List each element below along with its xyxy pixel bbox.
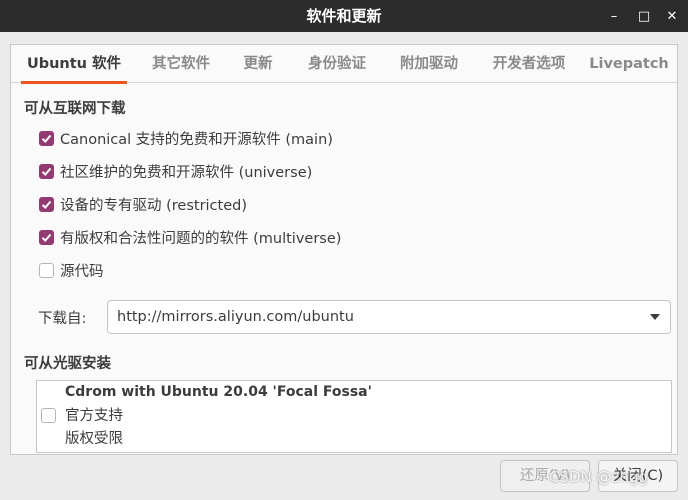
tab-ubuntu-software[interactable]: Ubuntu 软件 [21, 45, 127, 84]
checkbox-checked-icon[interactable] [39, 130, 54, 146]
tab-developer-options[interactable]: 开发者选项 [481, 45, 577, 83]
checkbox-unchecked-icon[interactable] [39, 262, 54, 278]
internet-section-heading: 可从互联网下载 [24, 101, 126, 117]
download-server-dropdown[interactable]: http://mirrors.aliyun.com/ubuntu [107, 300, 671, 334]
option-universe[interactable]: 社区维护的免费和开源软件 (universe) [39, 160, 312, 182]
tab-additional-drivers[interactable]: 附加驱动 [389, 45, 469, 83]
download-server-value: http://mirrors.aliyun.com/ubuntu [117, 309, 354, 325]
title-bar: 软件和更新 – □ ✕ [0, 0, 688, 32]
cdrom-section-heading: 可从光驱安装 [24, 356, 111, 372]
option-multiverse[interactable]: 有版权和合法性问题的的软件 (multiverse) [39, 226, 341, 248]
notebook-frame: Ubuntu 软件 其它软件 更新 身份验证 附加驱动 开发者选项 Livepa… [10, 44, 678, 455]
cdrom-list: Cdrom with Ubuntu 20.04 'Focal Fossa' 官方… [36, 380, 672, 453]
checkbox-checked-icon[interactable] [39, 229, 54, 245]
close-icon[interactable]: ✕ [658, 0, 686, 32]
revert-button[interactable]: 还原(V) [500, 460, 590, 492]
option-restricted-label: 设备的专有驱动 (restricted) [60, 197, 247, 214]
minimize-icon[interactable]: – [600, 0, 628, 32]
cdrom-line-official: 官方支持 [65, 408, 123, 424]
cdrom-line-restricted: 版权受限 [65, 431, 123, 447]
maximize-icon[interactable]: □ [630, 0, 658, 32]
tab-other-software[interactable]: 其它软件 [141, 45, 221, 83]
option-main-label: Canonical 支持的免费和开源软件 (main) [60, 131, 333, 148]
tab-bar: Ubuntu 软件 其它软件 更新 身份验证 附加驱动 开发者选项 Livepa… [11, 45, 677, 84]
download-from-label: 下载自: [38, 311, 87, 327]
option-restricted[interactable]: 设备的专有驱动 (restricted) [39, 193, 247, 215]
dialog-body: Ubuntu 软件 其它软件 更新 身份验证 附加驱动 开发者选项 Livepa… [0, 32, 688, 500]
checkbox-checked-icon[interactable] [39, 163, 54, 179]
tab-livepatch[interactable]: Livepatch [589, 45, 669, 83]
option-source-code-label: 源代码 [60, 263, 104, 280]
cdrom-checkbox-icon[interactable] [41, 408, 56, 423]
tab-updates[interactable]: 更新 [235, 45, 281, 83]
checkbox-checked-icon[interactable] [39, 196, 54, 212]
option-universe-label: 社区维护的免费和开源软件 (universe) [60, 164, 313, 181]
tab-authentication[interactable]: 身份验证 [297, 45, 377, 83]
option-source-code[interactable]: 源代码 [39, 259, 104, 281]
option-multiverse-label: 有版权和合法性问题的的软件 (multiverse) [60, 230, 342, 247]
close-button[interactable]: 关闭(C) [598, 460, 678, 492]
window-title: 软件和更新 [306, 7, 382, 25]
cdrom-title: Cdrom with Ubuntu 20.04 'Focal Fossa' [65, 384, 372, 400]
option-main[interactable]: Canonical 支持的免费和开源软件 (main) [39, 127, 333, 149]
dropdown-arrow-icon[interactable] [650, 314, 660, 320]
